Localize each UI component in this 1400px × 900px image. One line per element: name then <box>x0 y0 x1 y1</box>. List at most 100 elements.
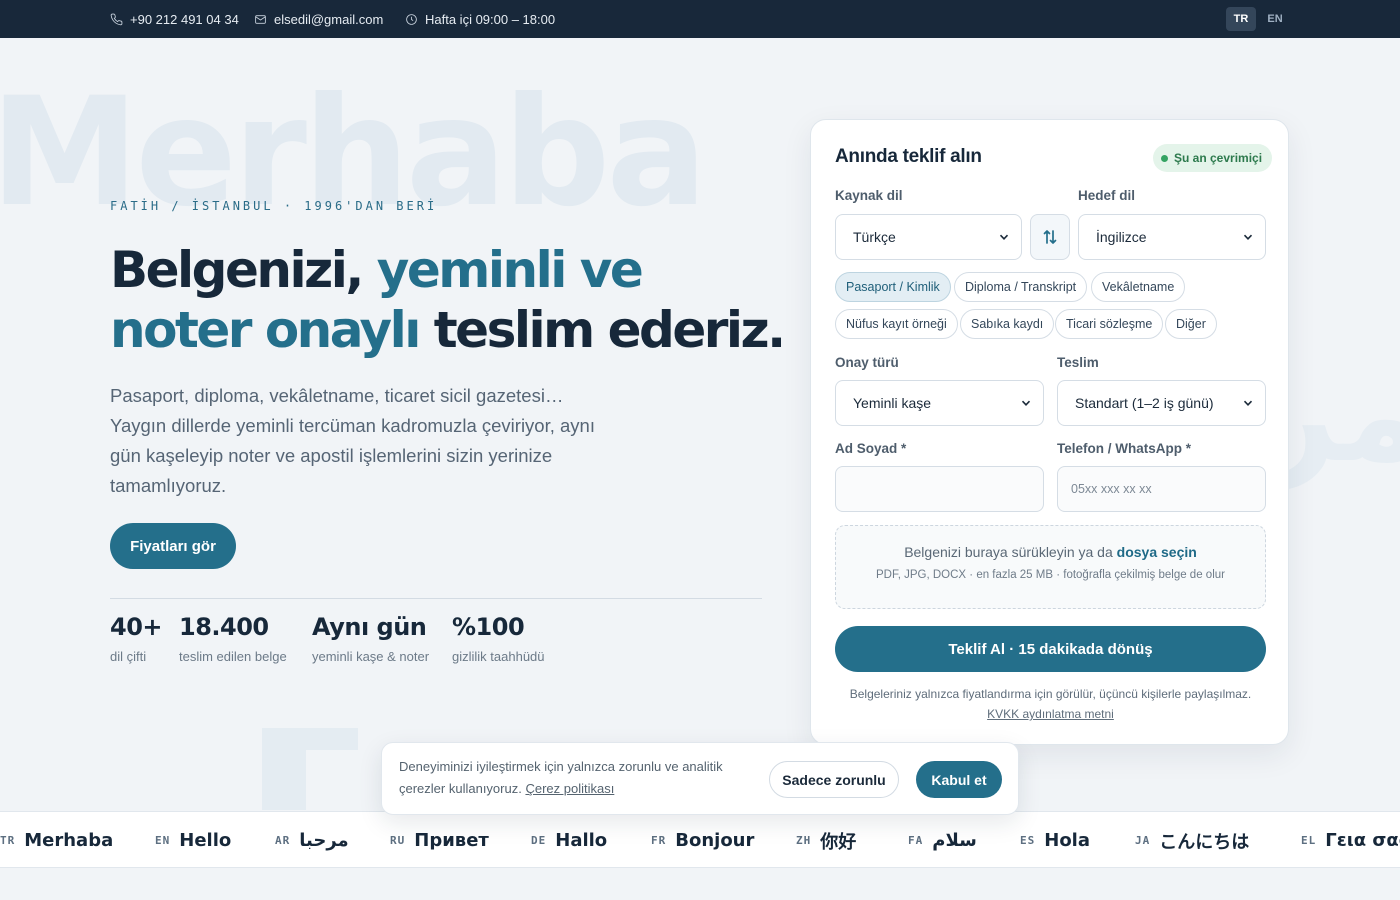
cookie-policy-link[interactable]: Çerez politikası <box>525 781 614 796</box>
swap-languages-button[interactable] <box>1030 214 1070 260</box>
approval-type-select[interactable]: Yeminli kaşe <box>835 380 1044 426</box>
hero-divider <box>110 598 762 599</box>
full-name-input[interactable] <box>835 466 1044 512</box>
delivery-select[interactable]: Standart (1–2 iş günü) <box>1057 380 1266 426</box>
marquee-item: FA سلام <box>908 812 977 867</box>
stat-same-day: Aynı gün yeminli kaşe & noter <box>312 612 429 664</box>
stat-language-pairs: 40+ dil çifti <box>110 612 163 664</box>
greeting: Γεια σας <box>1325 830 1400 851</box>
lang-code: JA <box>1135 834 1151 847</box>
marquee-item: EL Γεια σας <box>1301 812 1400 867</box>
stat-value: Aynı gün <box>312 613 427 641</box>
source-language-select[interactable]: Türkçe <box>835 214 1022 260</box>
chip-criminal-record[interactable]: Sabıka kaydı <box>960 309 1055 339</box>
greeting: Hello <box>179 830 232 851</box>
hero-eyebrow: FATİH / İSTANBUL · 1996'DAN BERİ <box>110 199 438 213</box>
kvkk-link[interactable]: KVKK aydınlatma metni <box>987 707 1114 721</box>
watermark-shape-cut <box>306 750 358 810</box>
lang-code: DE <box>531 834 547 847</box>
lang-code: TR <box>0 834 16 847</box>
phone-number: +90 212 491 04 34 <box>130 11 239 27</box>
upload-text: Belgenizi buraya sürükleyin ya da <box>904 544 1113 560</box>
chip-diploma[interactable]: Diploma / Transkript <box>954 272 1088 302</box>
chip-commercial-contract[interactable]: Ticari sözleşme <box>1055 309 1164 339</box>
phone-label: Telefon / WhatsApp * <box>1057 441 1191 456</box>
title-part-3: noter onaylı <box>110 301 421 359</box>
marquee-item: ES Hola <box>1020 812 1090 867</box>
get-quote-button[interactable]: Teklif Al · 15 dakikada dönüş <box>835 626 1266 672</box>
lang-en-button[interactable]: EN <box>1260 7 1290 31</box>
greeting: 你好 <box>820 831 857 853</box>
title-part-1: Belgenizi, <box>110 241 364 299</box>
essential-only-button[interactable]: Sadece zorunlu <box>769 761 899 798</box>
chevron-down-icon <box>1243 400 1253 406</box>
working-hours: Hafta içi 09:00 – 18:00 <box>405 0 555 38</box>
marquee-item: FR Bonjour <box>651 812 755 867</box>
upload-instruction: Belgenizi buraya sürükleyin ya da dosya … <box>836 544 1265 560</box>
mail-icon <box>255 14 266 24</box>
chip-power-of-attorney[interactable]: Vekâletname <box>1091 272 1186 302</box>
clock-icon <box>406 13 417 25</box>
greeting: سلام <box>932 830 977 851</box>
see-prices-button[interactable]: Fiyatları gör <box>110 523 236 569</box>
stat-privacy: %100 gizlilik taahhüdü <box>452 612 545 664</box>
phone-input[interactable]: 05xx xxx xx xx <box>1057 466 1266 512</box>
lang-code: EN <box>155 834 171 847</box>
target-language-select[interactable]: İngilizce <box>1078 214 1266 260</box>
title-part-4: teslim ederiz. <box>433 301 786 359</box>
lang-code: EL <box>1301 834 1317 847</box>
marquee-item: AR مرحبا <box>275 812 349 867</box>
marquee-item: JA こんにちは <box>1135 812 1250 867</box>
greeting: مرحبا <box>299 830 349 851</box>
cookie-banner: Deneyiminizi iyileştirmek için yalnızca … <box>381 742 1019 815</box>
quote-form-card: Anında teklif alın Şu an çevrimiçi Kayna… <box>810 119 1289 745</box>
privacy-text: Belgeleriniz yalnızca fiyatlandırma için… <box>849 687 1252 701</box>
chip-registry[interactable]: Nüfus kayıt örneği <box>835 309 958 339</box>
target-language-label: Hedef dil <box>1078 188 1136 203</box>
choose-file-link[interactable]: dosya seçin <box>1117 544 1197 560</box>
stat-label: dil çifti <box>110 649 147 664</box>
file-drop-zone[interactable]: Belgenizi buraya sürükleyin ya da dosya … <box>835 525 1266 609</box>
marquee-item: RU Привет <box>390 812 489 867</box>
email-address: elsedil@gmail.com <box>274 11 384 27</box>
lang-code: ZH <box>796 834 812 847</box>
greeting: Hola <box>1044 830 1090 851</box>
lang-code: FA <box>908 834 924 847</box>
stat-value: %100 <box>452 613 525 641</box>
online-badge: Şu an çevrimiçi <box>1153 144 1273 172</box>
lang-tr-button[interactable]: TR <box>1226 7 1256 31</box>
greeting: Bonjour <box>675 830 755 851</box>
marquee-item: DE Hallo <box>531 812 608 867</box>
select-value: Türkçe <box>853 229 896 245</box>
marquee-item: ZH 你好 <box>796 812 857 867</box>
chevron-down-icon <box>999 234 1009 240</box>
stat-value: 18.400 <box>179 613 269 641</box>
swap-arrows-icon <box>1043 230 1057 244</box>
source-language-label: Kaynak dil <box>835 188 903 203</box>
lang-code: AR <box>275 834 291 847</box>
stat-delivered-docs: 18.400 teslim edilen belge <box>179 612 287 664</box>
stat-label: teslim edilen belge <box>179 649 287 664</box>
lang-code: RU <box>390 834 406 847</box>
chevron-down-icon <box>1243 234 1253 240</box>
greeting: Hallo <box>555 830 608 851</box>
marquee-item: TR Merhaba <box>0 812 113 867</box>
watermark-shape <box>262 728 358 810</box>
accept-cookies-button[interactable]: Kabul et <box>916 761 1002 798</box>
chip-other[interactable]: Diğer <box>1165 309 1217 339</box>
greeting: こんにちは <box>1159 831 1250 853</box>
select-value: İngilizce <box>1096 229 1147 245</box>
email-link[interactable]: elsedil@gmail.com <box>254 0 383 38</box>
lang-code: ES <box>1020 834 1036 847</box>
full-name-label: Ad Soyad * <box>835 441 907 456</box>
title-part-2: yeminli ve <box>376 241 644 299</box>
phone-link[interactable]: +90 212 491 04 34 <box>110 0 239 38</box>
online-text: Şu an çevrimiçi <box>1174 151 1263 165</box>
lang-code: FR <box>651 834 667 847</box>
chip-passport[interactable]: Pasaport / Kimlik <box>835 272 951 302</box>
cookie-message: Deneyiminizi iyileştirmek için yalnızca … <box>399 756 759 800</box>
select-value: Yeminli kaşe <box>853 395 932 411</box>
privacy-note: Belgeleriniz yalnızca fiyatlandırma için… <box>835 684 1266 724</box>
stat-value: 40+ <box>110 613 163 641</box>
stat-label: gizlilik taahhüdü <box>452 649 545 664</box>
